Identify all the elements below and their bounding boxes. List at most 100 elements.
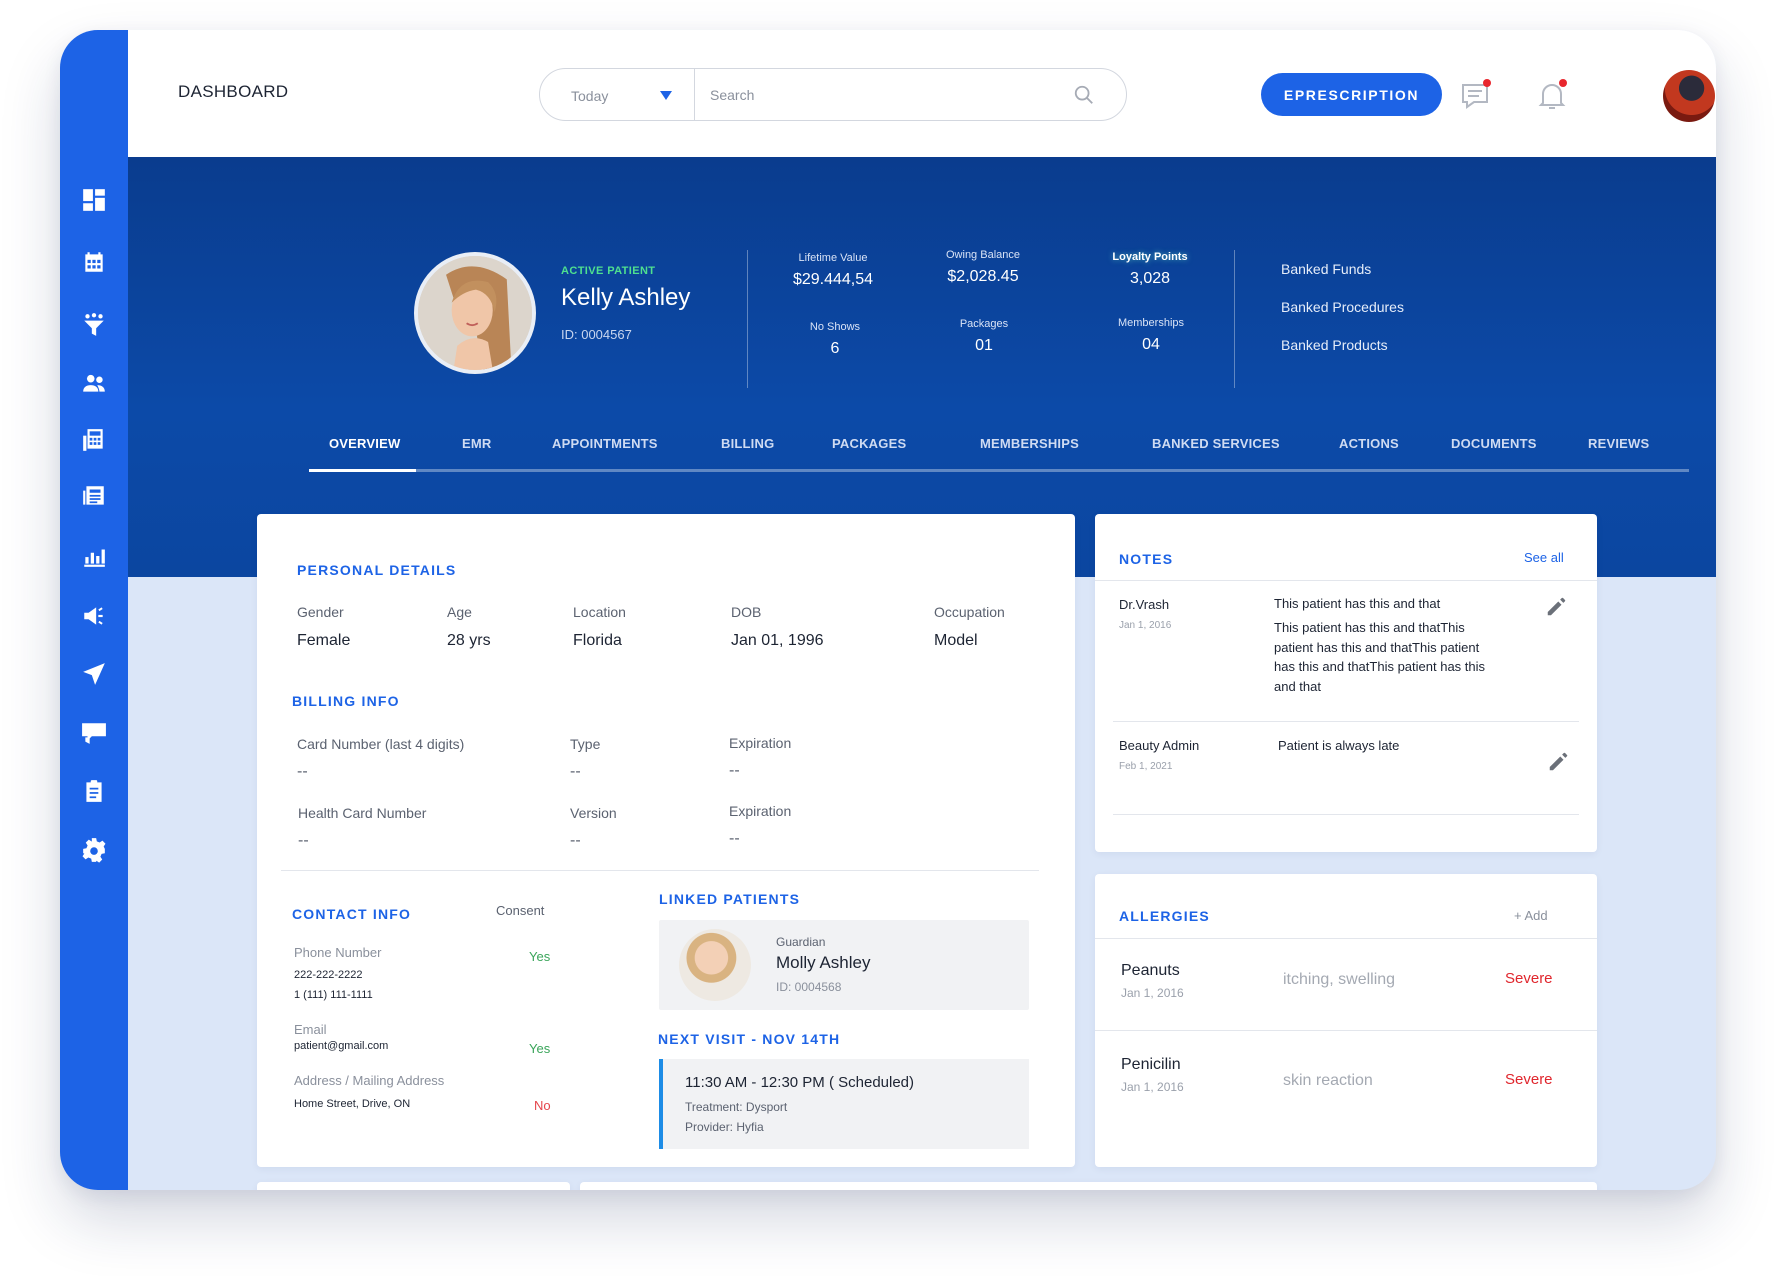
notifications-button[interactable] bbox=[1533, 77, 1571, 115]
see-all-notes-link[interactable]: See all bbox=[1524, 550, 1564, 565]
chat-icon bbox=[82, 723, 106, 744]
stat-value: $29.444,54 bbox=[792, 271, 874, 288]
app-window: DASHBOARD Today EPRESCRIPTION bbox=[60, 30, 1716, 1190]
sidebar-item-newspaper[interactable] bbox=[74, 476, 114, 516]
tab-emr[interactable]: EMR bbox=[462, 436, 492, 472]
date-filter-dropdown[interactable]: Today bbox=[540, 69, 695, 120]
next-visit-card[interactable]: 11:30 AM - 12:30 PM ( Scheduled) Treatme… bbox=[659, 1059, 1029, 1149]
field-value: Model bbox=[934, 632, 978, 649]
banked-procedures-link[interactable]: Banked Procedures bbox=[1281, 299, 1404, 315]
tab-memberships[interactable]: MEMBERSHIPS bbox=[980, 436, 1079, 472]
search-icon[interactable] bbox=[1073, 84, 1095, 106]
megaphone-icon bbox=[84, 607, 103, 625]
add-allergy-button[interactable]: + Add bbox=[1514, 908, 1548, 923]
edit-note-icon[interactable] bbox=[1545, 596, 1567, 618]
tab-packages[interactable]: PACKAGES bbox=[832, 436, 906, 472]
sidebar-item-tasks[interactable] bbox=[74, 771, 114, 811]
sidebar-item-users[interactable] bbox=[74, 363, 114, 403]
sidebar-item-messages[interactable] bbox=[74, 713, 114, 753]
field-label: Version bbox=[570, 805, 617, 821]
stat-value: 6 bbox=[830, 340, 840, 357]
stat-memberships: Memberships 04 bbox=[1086, 317, 1216, 354]
address-value: Home Street, Drive, ON bbox=[294, 1098, 411, 1110]
linked-name: Molly Ashley bbox=[776, 953, 871, 972]
tab-banked-services[interactable]: BANKED SERVICES bbox=[1152, 436, 1280, 472]
sidebar-item-marketing[interactable] bbox=[74, 596, 114, 636]
address-label: Address / Mailing Address bbox=[294, 1073, 445, 1088]
field-label: Occupation bbox=[934, 604, 1005, 620]
visit-treatment: Treatment: Dysport bbox=[685, 1100, 788, 1114]
sidebar-item-funnel[interactable] bbox=[74, 305, 114, 345]
sidebar-item-calculator[interactable] bbox=[74, 420, 114, 460]
linked-id: ID: 0004568 bbox=[776, 980, 842, 994]
chevron-down-icon bbox=[660, 91, 672, 100]
user-avatar[interactable] bbox=[1663, 70, 1715, 122]
linked-patient-photo bbox=[679, 929, 751, 1001]
field-value: -- bbox=[298, 832, 309, 849]
allergies-title: ALLERGIES bbox=[1119, 908, 1210, 924]
tab-actions[interactable]: ACTIONS bbox=[1339, 436, 1399, 472]
stat-packages: Packages 01 bbox=[919, 318, 1049, 355]
sidebar-item-calendar[interactable] bbox=[74, 242, 114, 282]
sidebar-item-reports[interactable] bbox=[74, 536, 114, 576]
visit-provider: Provider: Hyfia bbox=[685, 1120, 764, 1134]
stat-owing-balance: Owing Balance $2,028.45 bbox=[918, 249, 1048, 286]
stat-label: No Shows bbox=[809, 321, 861, 333]
address-consent: No bbox=[534, 1098, 551, 1113]
stat-loyalty-points: Loyalty Points 3,028 bbox=[1085, 251, 1215, 288]
sidebar-item-send[interactable] bbox=[74, 654, 114, 694]
bar-chart-icon bbox=[84, 549, 105, 567]
stat-value: $2,028.45 bbox=[947, 268, 1019, 285]
tab-documents[interactable]: DOCUMENTS bbox=[1451, 436, 1537, 472]
field-label: Health Card Number bbox=[298, 805, 427, 821]
gear-icon bbox=[82, 838, 106, 863]
divider bbox=[747, 250, 748, 388]
edit-note-icon[interactable] bbox=[1547, 751, 1569, 773]
calendar-icon bbox=[85, 252, 103, 272]
next-visit-title: NEXT VISIT - NOV 14TH bbox=[658, 1031, 841, 1047]
eprescription-button[interactable]: EPRESCRIPTION bbox=[1261, 73, 1442, 116]
note-first-line: This patient has this and that bbox=[1274, 596, 1441, 611]
field-value: -- bbox=[570, 832, 581, 849]
tab-overview[interactable]: OVERVIEW bbox=[329, 436, 400, 472]
patient-details-card: PERSONAL DETAILS Gender Female Age 28 yr… bbox=[257, 514, 1075, 1167]
note-date: Feb 1, 2021 bbox=[1119, 761, 1173, 772]
notification-dot bbox=[1483, 79, 1491, 87]
field-value: -- bbox=[570, 763, 581, 780]
phone-value: 222-222-2222 bbox=[294, 969, 363, 981]
funnel-icon bbox=[84, 313, 104, 336]
messages-button[interactable] bbox=[1457, 77, 1495, 115]
notes-card: NOTES See all Dr.Vrash Jan 1, 2016 This … bbox=[1095, 514, 1597, 852]
field-label: Expiration bbox=[729, 735, 792, 751]
tab-reviews[interactable]: REVIEWS bbox=[1588, 436, 1649, 472]
tab-billing[interactable]: BILLING bbox=[721, 436, 774, 472]
stat-label: Loyalty Points bbox=[1112, 251, 1188, 263]
tab-appointments[interactable]: APPOINTMENTS bbox=[552, 436, 658, 472]
divider bbox=[1113, 721, 1579, 722]
allergy-reaction: skin reaction bbox=[1283, 1072, 1373, 1089]
patient-tabs: OVERVIEW EMR APPOINTMENTS BILLING PACKAG… bbox=[309, 436, 1689, 472]
page-title: DASHBOARD bbox=[178, 82, 289, 101]
allergy-date: Jan 1, 2016 bbox=[1121, 986, 1184, 1000]
stat-value: 3,028 bbox=[1129, 270, 1171, 287]
notification-dot bbox=[1559, 79, 1567, 87]
stat-no-shows: No Shows 6 bbox=[770, 321, 900, 358]
banked-products-link[interactable]: Banked Products bbox=[1281, 337, 1388, 353]
divider bbox=[281, 870, 1039, 871]
consent-header: Consent bbox=[496, 903, 545, 918]
banked-funds-link[interactable]: Banked Funds bbox=[1281, 261, 1371, 277]
divider bbox=[1095, 1030, 1597, 1031]
sidebar-item-settings[interactable] bbox=[74, 830, 114, 870]
newspaper-icon bbox=[83, 486, 104, 505]
search-bar: Today bbox=[539, 68, 1127, 121]
stat-label: Lifetime Value bbox=[798, 252, 868, 264]
stat-label: Packages bbox=[959, 318, 1009, 330]
send-icon bbox=[83, 663, 105, 685]
bottom-card-right bbox=[580, 1182, 1597, 1190]
linked-patient-card[interactable]: Guardian Molly Ashley ID: 0004568 bbox=[659, 920, 1029, 1010]
top-header: DASHBOARD Today EPRESCRIPTION bbox=[128, 30, 1716, 157]
allergy-reaction: itching, swelling bbox=[1283, 971, 1396, 988]
search-input[interactable] bbox=[710, 81, 1060, 109]
sidebar-item-dashboard[interactable] bbox=[74, 180, 114, 220]
notes-title: NOTES bbox=[1119, 551, 1174, 567]
